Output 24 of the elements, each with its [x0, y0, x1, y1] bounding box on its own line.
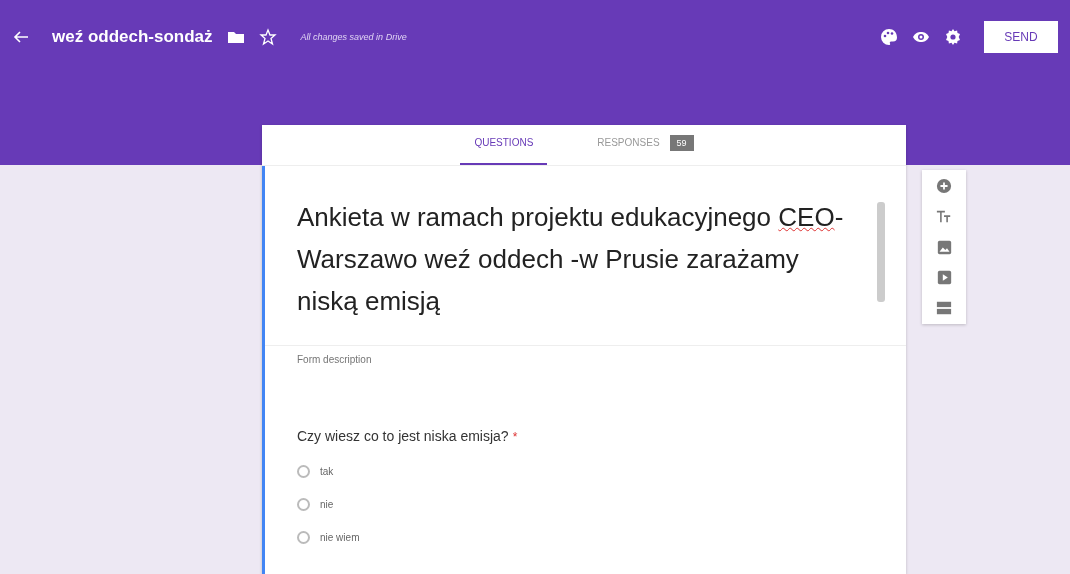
- image-icon[interactable]: [936, 240, 952, 255]
- radio-button[interactable]: [297, 498, 310, 511]
- radio-button[interactable]: [297, 465, 310, 478]
- settings-icon[interactable]: [944, 28, 962, 46]
- text-icon[interactable]: [936, 209, 952, 225]
- question-text: Czy wiesz co to jest niska emisja?: [297, 428, 509, 444]
- scrollbar[interactable]: [877, 202, 885, 302]
- required-mark: *: [512, 430, 518, 444]
- palette-icon[interactable]: [880, 28, 898, 46]
- add-icon[interactable]: [936, 178, 952, 194]
- section-icon[interactable]: [936, 300, 952, 316]
- option-label: nie: [320, 499, 334, 510]
- option-label: tak: [320, 466, 334, 477]
- star-icon[interactable]: [258, 28, 277, 46]
- save-status: All changes saved in Drive: [300, 32, 407, 42]
- tab[interactable]: RESPONSES 59: [583, 125, 708, 165]
- count-badge: 59: [669, 135, 694, 151]
- form-title: weź oddech-sondaż: [52, 27, 213, 47]
- video-icon[interactable]: [936, 270, 952, 285]
- tab[interactable]: QUESTIONS: [460, 125, 548, 165]
- form-heading[interactable]: Ankieta w ramach projektu edukacyjnego CEO-Warszawo weź oddech -w Prusie zarażamy niską emisją: [297, 196, 857, 345]
- radio-button[interactable]: [297, 531, 310, 544]
- option-label: nie wiem: [320, 532, 360, 543]
- send-button[interactable]: SEND: [984, 21, 1058, 53]
